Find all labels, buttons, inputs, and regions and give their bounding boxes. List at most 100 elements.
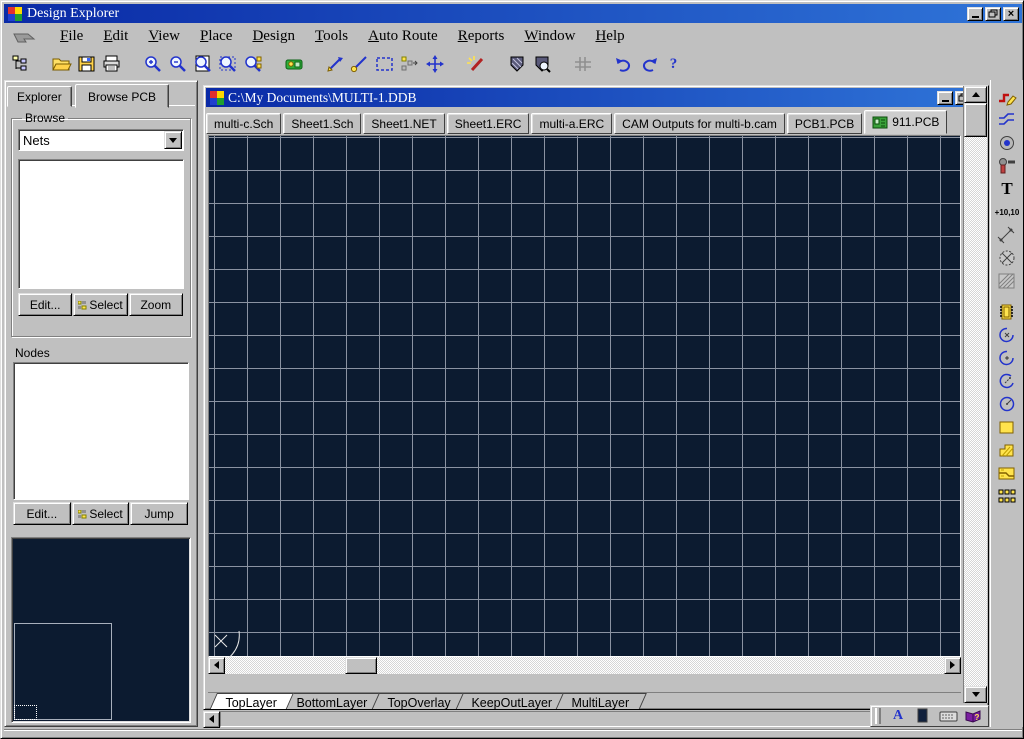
polygon-plane-icon[interactable] xyxy=(994,439,1020,461)
track-icon[interactable] xyxy=(994,109,1020,131)
menu-help[interactable]: Help xyxy=(585,26,634,47)
zoom-document-icon[interactable] xyxy=(190,53,215,75)
menu-window[interactable]: Window xyxy=(514,26,585,47)
menu-auto-route[interactable]: Auto Route xyxy=(358,26,448,47)
document-title-bar[interactable]: C:\My Documents\MULTI-1.DDB xyxy=(206,88,986,107)
outer-scroll-left-button[interactable] xyxy=(203,711,220,728)
fill-icon[interactable] xyxy=(994,416,1020,438)
nodes-select-button[interactable]: Select xyxy=(72,502,130,525)
layer-tab-multilayer[interactable]: MultiLayer xyxy=(553,693,646,709)
layer-tab-bottomlayer[interactable]: BottomLayer xyxy=(279,693,386,709)
toolbar-grip[interactable] xyxy=(875,708,881,724)
string-icon[interactable]: T xyxy=(994,178,1020,200)
close-button[interactable]: × xyxy=(1003,7,1019,21)
probe-icon[interactable] xyxy=(347,53,372,75)
grid-icon[interactable] xyxy=(570,53,595,75)
nets-zoom-button[interactable]: Zoom xyxy=(129,293,183,316)
doc-tab-multi-a-erc[interactable]: multi-a.ERC xyxy=(531,113,612,134)
nodes-listbox[interactable] xyxy=(13,362,189,500)
scroll-up-button[interactable] xyxy=(964,86,987,103)
arc-center-icon[interactable] xyxy=(994,347,1020,369)
nodes-edit-button[interactable]: Edit... xyxy=(13,502,71,525)
menu-tools[interactable]: Tools xyxy=(305,26,358,47)
scroll-left-button[interactable] xyxy=(208,657,225,674)
arc-edge-icon[interactable] xyxy=(994,324,1020,346)
library-icon[interactable] xyxy=(504,53,529,75)
doc-tab-multi-c-sch[interactable]: multi-c.Sch xyxy=(206,113,281,134)
library-browse-icon[interactable] xyxy=(529,53,554,75)
layer-tab-keepoutlayer[interactable]: KeepOutLayer xyxy=(453,693,569,709)
paste-array-icon[interactable] xyxy=(994,485,1020,507)
dimension-icon[interactable] xyxy=(994,224,1020,246)
zoom-out-icon[interactable] xyxy=(165,53,190,75)
minimap-viewport[interactable] xyxy=(14,705,37,720)
deselect-icon[interactable] xyxy=(397,53,422,75)
menu-view[interactable]: View xyxy=(138,26,190,47)
menu-reports[interactable]: Reports xyxy=(448,26,515,47)
layer-tab-topoverlay[interactable]: TopOverlay xyxy=(369,693,468,709)
doc-tab-911-pcb[interactable]: 911.PCB xyxy=(864,110,947,134)
combo-dropdown-button[interactable] xyxy=(164,131,182,149)
doc-tab-sheet1-erc[interactable]: Sheet1.ERC xyxy=(447,113,530,134)
doc-tab-sheet1-sch[interactable]: Sheet1.Sch xyxy=(283,113,361,134)
doc-tab-sheet1-net[interactable]: Sheet1.NET xyxy=(363,113,444,134)
nets-select-button[interactable]: Select xyxy=(73,293,127,316)
arc-angle-icon[interactable] xyxy=(994,370,1020,392)
circle-icon[interactable] xyxy=(994,393,1020,415)
zoom-in-icon[interactable] xyxy=(140,53,165,75)
scroll-right-button[interactable] xyxy=(944,657,961,674)
zoom-area-icon[interactable] xyxy=(215,53,240,75)
nets-edit-button[interactable]: Edit... xyxy=(18,293,72,316)
menu-design[interactable]: Design xyxy=(242,26,305,47)
pcb-horizontal-scrollbar[interactable] xyxy=(208,656,961,674)
tab-browse-pcb[interactable]: Browse PCB xyxy=(75,84,169,108)
browse-panel: Explorer Browse PCB Browse Nets Edit... … xyxy=(4,80,198,727)
keyboard-icon[interactable] xyxy=(937,707,959,725)
cutter-icon[interactable] xyxy=(322,53,347,75)
interactive-routing-icon[interactable] xyxy=(994,86,1020,108)
pcb-canvas[interactable] xyxy=(208,135,961,657)
doc-minimize-button[interactable] xyxy=(937,91,953,105)
doc-tab-cam-outputs-for-multi-b-cam[interactable]: CAM Outputs for multi-b.cam xyxy=(614,113,785,134)
pcb-vertical-scrollbar[interactable] xyxy=(963,86,988,703)
doc-tab-pcb1-pcb[interactable]: PCB1.PCB xyxy=(787,113,862,134)
zoom-selection-icon[interactable] xyxy=(240,53,265,75)
board-minimap[interactable] xyxy=(11,537,191,723)
menu-grip-arrow-icon[interactable] xyxy=(12,29,46,45)
help-book-icon[interactable]: ? xyxy=(962,707,984,725)
browse-mode-select[interactable]: Nets xyxy=(18,129,184,151)
undo-icon[interactable] xyxy=(611,53,636,75)
horizontal-scroll-thumb[interactable] xyxy=(345,657,377,674)
scroll-down-button[interactable] xyxy=(964,686,987,703)
cutout-icon[interactable] xyxy=(994,247,1020,269)
menu-file[interactable]: File xyxy=(50,26,93,47)
menu-place[interactable]: Place xyxy=(190,26,242,47)
cross-probe-icon[interactable] xyxy=(281,53,306,75)
maximize-button[interactable] xyxy=(985,7,1001,21)
split-plane-icon[interactable] xyxy=(994,462,1020,484)
layer-tab-toplayer[interactable]: TopLayer xyxy=(208,693,294,709)
minimize-button[interactable] xyxy=(967,7,983,21)
move-icon[interactable] xyxy=(422,53,447,75)
nets-listbox[interactable] xyxy=(18,159,184,289)
coordinate-icon[interactable]: +10,10 xyxy=(994,201,1020,223)
component-icon[interactable] xyxy=(994,301,1020,323)
nodes-jump-button[interactable]: Jump xyxy=(130,502,188,525)
print-icon[interactable] xyxy=(99,53,124,75)
select-area-icon[interactable] xyxy=(372,53,397,75)
tab-explorer[interactable]: Explorer xyxy=(7,86,72,107)
menu-edit[interactable]: Edit xyxy=(93,26,138,47)
wizard-icon[interactable] xyxy=(463,53,488,75)
via-icon[interactable] xyxy=(994,155,1020,177)
hatched-fill-icon[interactable] xyxy=(994,270,1020,292)
save-icon[interactable] xyxy=(74,53,99,75)
pad-icon[interactable] xyxy=(994,132,1020,154)
help-icon[interactable]: ? xyxy=(661,53,686,75)
redo-icon[interactable] xyxy=(636,53,661,75)
vertical-scroll-thumb[interactable] xyxy=(964,103,987,137)
open-document-icon[interactable] xyxy=(49,53,74,75)
panel-icon[interactable] xyxy=(912,707,934,725)
title-bar[interactable]: Design Explorer × xyxy=(4,4,1022,23)
design-manager-icon[interactable] xyxy=(8,53,33,75)
letter-a-icon[interactable]: A xyxy=(887,707,909,725)
